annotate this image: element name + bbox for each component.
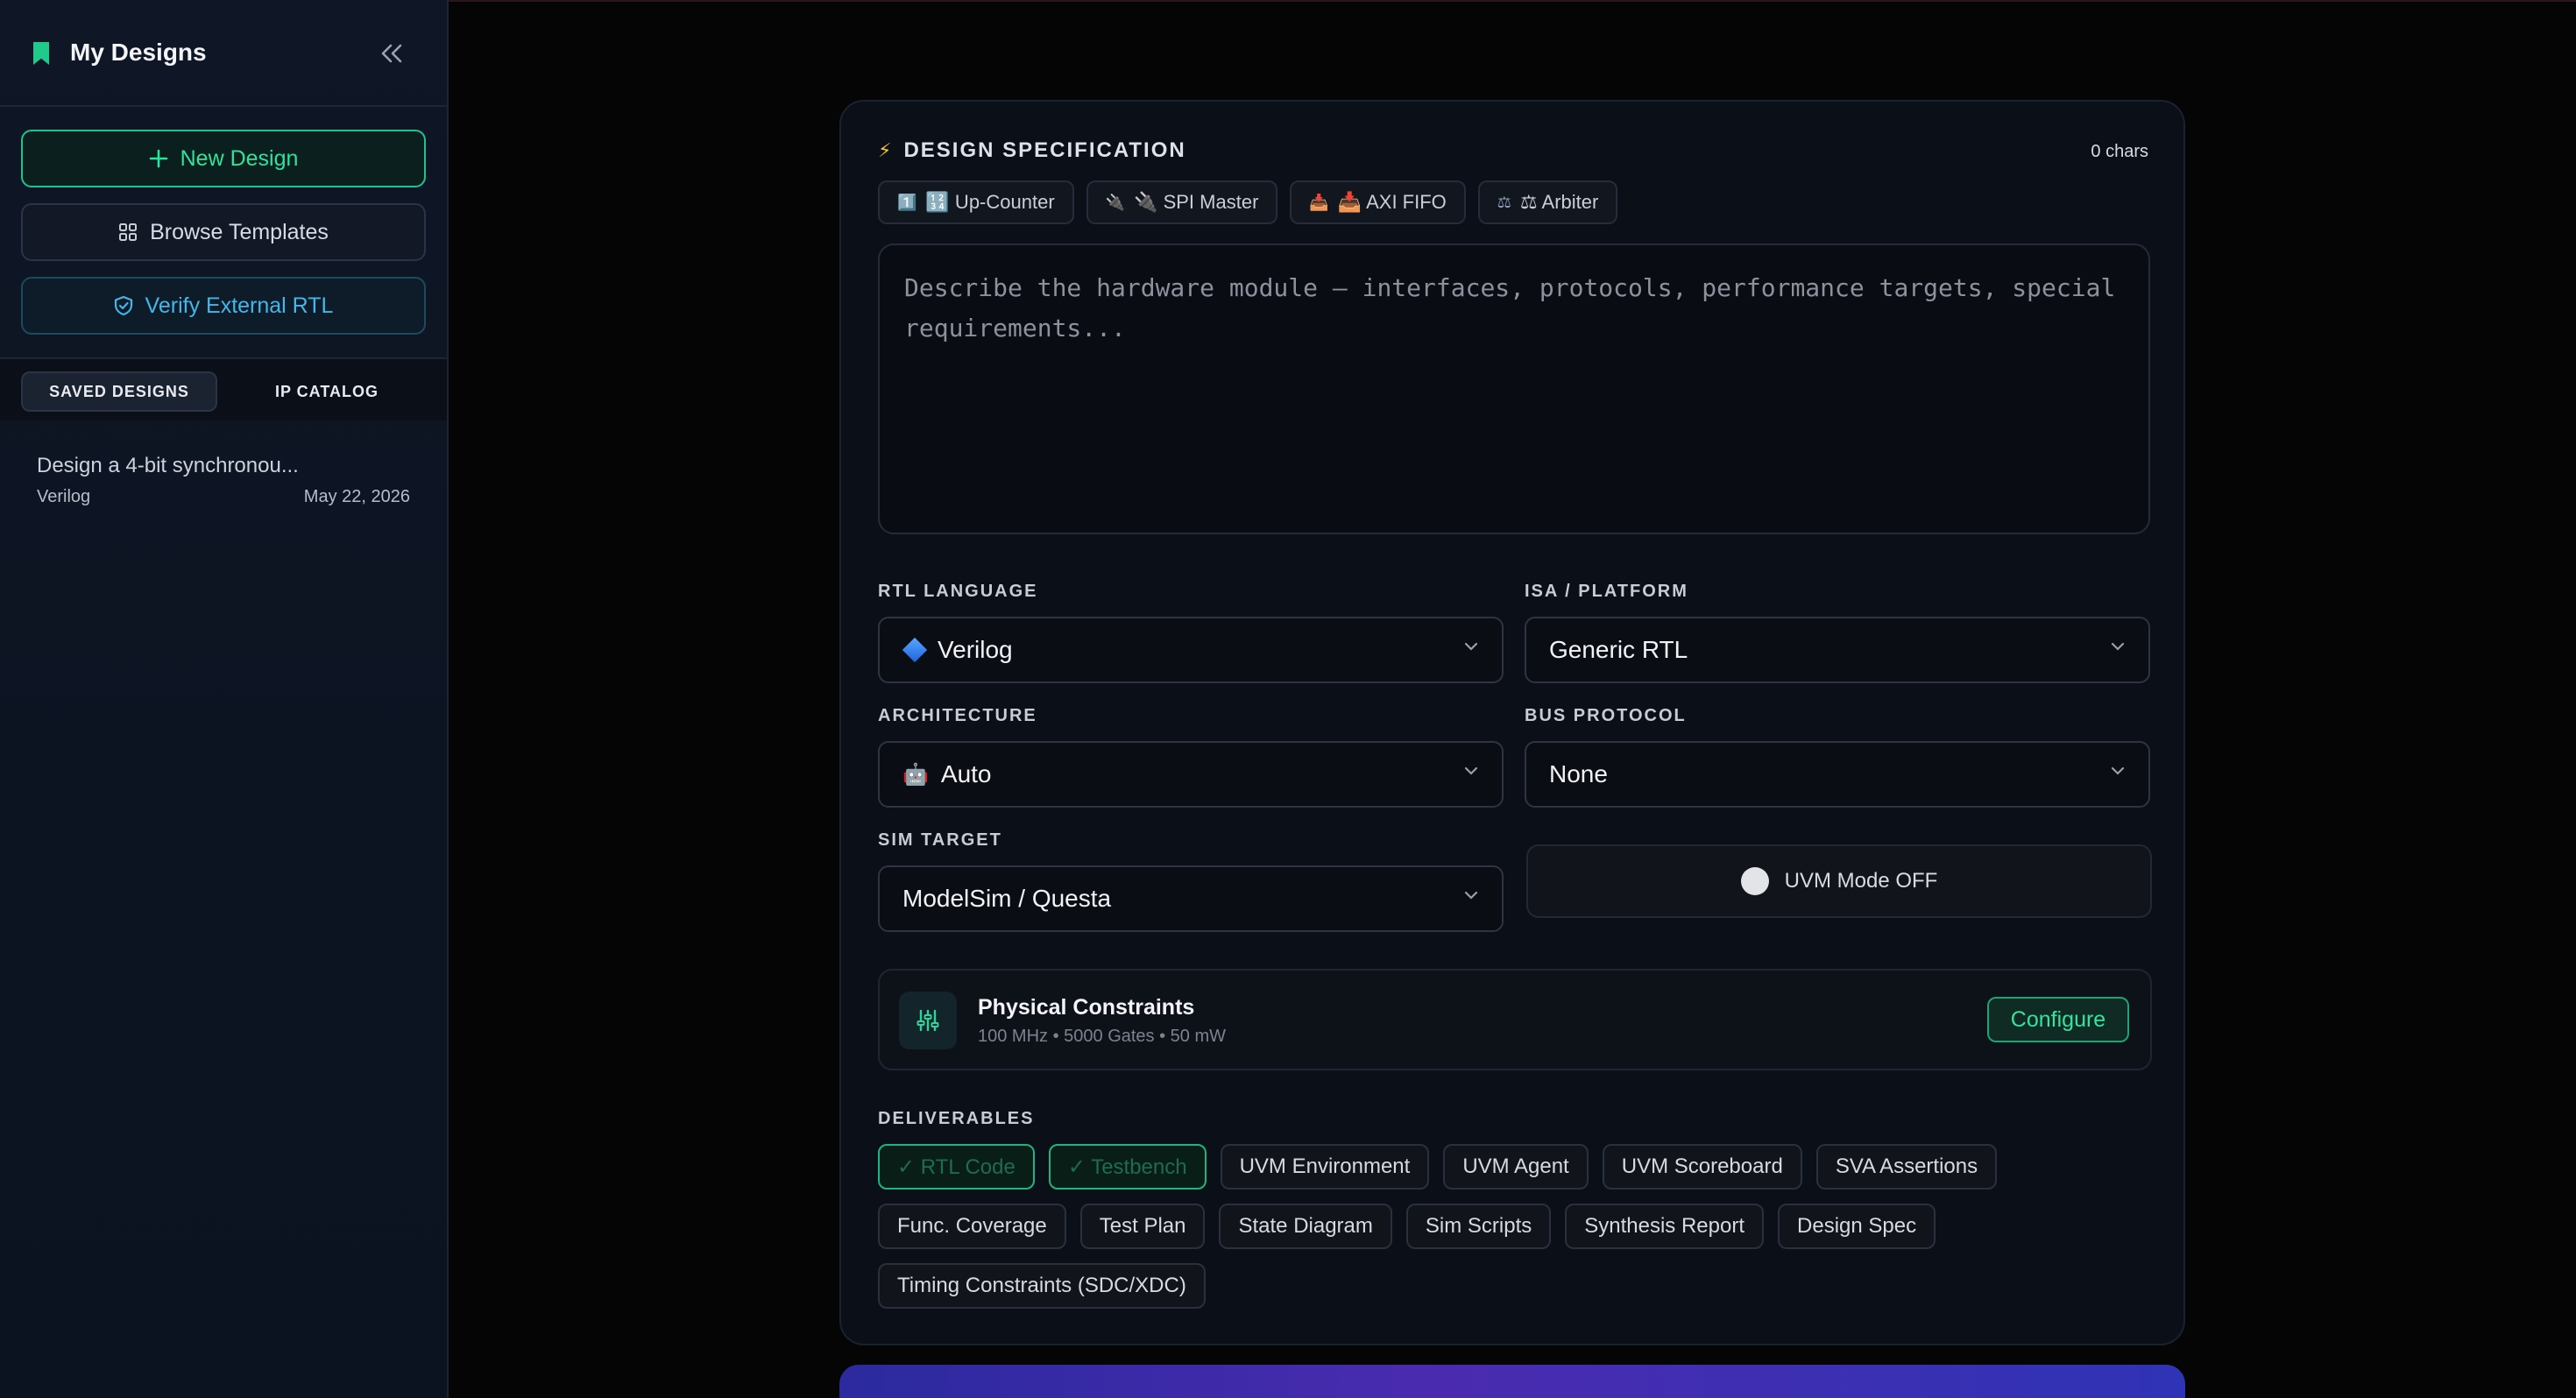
deliverable-pill[interactable]: UVM Environment xyxy=(1220,1144,1430,1190)
blue-diamond-icon xyxy=(902,637,928,663)
deliverable-pill[interactable]: Test Plan xyxy=(1079,1204,1206,1249)
chip-axi-fifo[interactable]: 📥 📥 AXI FIFO xyxy=(1290,180,1466,224)
saved-design-name: Design a 4-bit synchronou... xyxy=(37,454,299,477)
deliverable-pill[interactable]: UVM Agent xyxy=(1443,1144,1589,1190)
isa-platform-value: Generic RTL xyxy=(1549,636,1688,663)
deliverable-pill[interactable]: UVM Scoreboard xyxy=(1602,1144,1802,1190)
sim-target-label: SIM TARGET xyxy=(878,830,1002,850)
deliverable-pill[interactable]: ✓ Testbench xyxy=(1048,1144,1207,1190)
architecture-label: ARCHITECTURE xyxy=(878,706,1037,725)
grid-icon xyxy=(119,223,138,241)
new-design-label: New Design xyxy=(180,145,299,171)
lightning-icon: ⚡ xyxy=(878,139,894,161)
chip-label: 🔢 Up-Counter xyxy=(925,191,1055,213)
verify-external-rtl-label: Verify External RTL xyxy=(145,293,334,318)
constraints-summary: 100 MHz • 5000 Gates • 50 mW xyxy=(978,1027,1227,1046)
design-spec-card: ⚡ DESIGN SPECIFICATION 0 chars 1️⃣ 🔢 Up-… xyxy=(839,100,2185,1345)
architecture-value: Auto xyxy=(940,760,992,787)
sidebar-tabs: SAVED DESIGNS IP CATALOG xyxy=(0,359,447,420)
keycap-one-icon: 1️⃣ xyxy=(897,193,917,211)
deliverable-pill[interactable]: ✓ RTL Code xyxy=(878,1144,1035,1190)
spec-title: DESIGN SPECIFICATION xyxy=(903,138,1186,162)
configure-button[interactable]: Configure xyxy=(1987,997,2129,1042)
saved-design-date: May 22, 2026 xyxy=(303,487,410,506)
chevron-down-icon xyxy=(1464,766,1478,775)
browse-templates-label: Browse Templates xyxy=(150,219,329,244)
spec-header: ⚡ DESIGN SPECIFICATION xyxy=(878,138,1186,163)
inbox-tray-icon: 📥 xyxy=(1309,193,1329,211)
isa-platform-label: ISA / PLATFORM xyxy=(1525,582,1688,601)
uvm-mode-label: UVM Mode OFF xyxy=(1784,869,1938,893)
uvm-mode-toggle[interactable]: UVM Mode OFF xyxy=(1526,844,2152,918)
deliverable-pill[interactable]: SVA Assertions xyxy=(1815,1144,1998,1190)
bus-protocol-value: None xyxy=(1549,760,1608,787)
isa-platform-select[interactable]: Generic RTL xyxy=(1525,617,2150,683)
physical-constraints-panel: Physical Constraints 100 MHz • 5000 Gate… xyxy=(878,969,2152,1070)
tab-saved-designs[interactable]: SAVED DESIGNS xyxy=(21,371,217,412)
rtl-language-label: RTL LANGUAGE xyxy=(878,582,1038,601)
constraints-title: Physical Constraints xyxy=(978,995,1195,1020)
sidebar-title: My Designs xyxy=(70,39,207,66)
chip-label: 📥 AXI FIFO xyxy=(1337,191,1447,213)
template-chips: 1️⃣ 🔢 Up-Counter 🔌 🔌 SPI Master 📥 📥 AXI … xyxy=(878,180,1618,224)
sim-target-value: ModelSim / Questa xyxy=(902,885,1112,912)
deliverable-pill[interactable]: Func. Coverage xyxy=(878,1204,1066,1249)
chevron-down-icon xyxy=(1464,891,1478,900)
double-chevron-left-icon xyxy=(381,44,402,63)
plus-icon xyxy=(149,149,167,168)
chip-label: 🔌 SPI Master xyxy=(1134,191,1259,213)
saved-design-language: Verilog xyxy=(37,487,91,506)
tab-ip-catalog[interactable]: IP CATALOG xyxy=(228,371,426,412)
robot-icon: 🤖 xyxy=(902,762,929,787)
chevron-down-icon xyxy=(1464,642,1478,651)
deliverables-list: ✓ RTL Code ✓ Testbench UVM Environment UVM … xyxy=(878,1144,2152,1309)
deliverable-pill[interactable]: Synthesis Report xyxy=(1565,1204,1765,1249)
saved-design-item[interactable]: Design a 4-bit synchronou... Verilog May… xyxy=(21,438,426,512)
verify-external-rtl-button[interactable]: Verify External RTL xyxy=(21,277,426,335)
plug-icon: 🔌 xyxy=(1105,193,1126,211)
chevron-down-icon xyxy=(2111,766,2125,775)
chip-arbiter[interactable]: ⚖ ⚖ Arbiter xyxy=(1477,180,1618,224)
deliverable-pill[interactable]: Timing Constraints (SDC/XDC) xyxy=(878,1263,1206,1309)
char-count: 0 chars xyxy=(2091,142,2148,161)
chip-up-counter[interactable]: 1️⃣ 🔢 Up-Counter xyxy=(878,180,1074,224)
spec-textarea[interactable] xyxy=(878,244,2150,534)
bookmark-icon xyxy=(33,42,49,65)
sliders-icon xyxy=(899,992,957,1049)
shield-check-icon xyxy=(114,295,132,316)
deliverable-pill[interactable]: Design Spec xyxy=(1778,1204,1936,1249)
collapse-sidebar-button[interactable] xyxy=(377,39,407,68)
balance-scale-icon: ⚖ xyxy=(1497,193,1511,211)
bus-protocol-select[interactable]: None xyxy=(1525,741,2150,808)
architecture-select[interactable]: 🤖 Auto xyxy=(878,741,1504,808)
sim-target-select[interactable]: ModelSim / Questa xyxy=(878,865,1504,932)
deliverables-label: DELIVERABLES xyxy=(878,1109,1035,1128)
toggle-knob xyxy=(1740,867,1769,895)
chip-spi-master[interactable]: 🔌 🔌 SPI Master xyxy=(1086,180,1278,224)
chip-label: ⚖ Arbiter xyxy=(1519,191,1599,213)
rtl-language-select[interactable]: Verilog xyxy=(878,617,1504,683)
sidebar: My Designs New Design Browse Templates V… xyxy=(0,0,449,1398)
bus-protocol-label: BUS PROTOCOL xyxy=(1525,706,1687,725)
new-design-button[interactable]: New Design xyxy=(21,130,426,187)
deliverable-pill[interactable]: State Diagram xyxy=(1219,1204,1392,1249)
chevron-down-icon xyxy=(2111,642,2125,651)
generate-button-edge[interactable] xyxy=(839,1365,2185,1398)
sidebar-header: My Designs xyxy=(0,0,447,107)
browse-templates-button[interactable]: Browse Templates xyxy=(21,203,426,261)
deliverable-pill[interactable]: Sim Scripts xyxy=(1405,1204,1552,1249)
rtl-language-value: Verilog xyxy=(938,636,1013,663)
